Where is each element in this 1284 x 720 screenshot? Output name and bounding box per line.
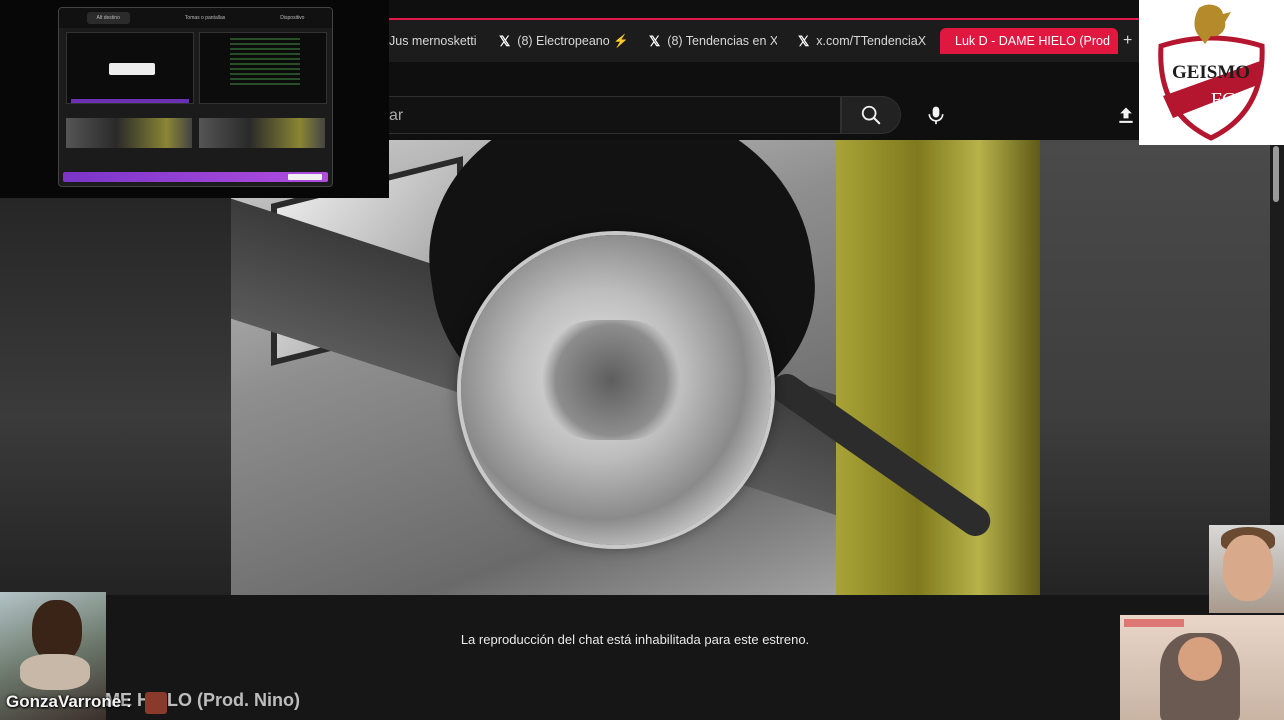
- tab-label: x.com/TTendenciaX: [816, 34, 926, 48]
- upload-button[interactable]: [1111, 96, 1141, 134]
- obs-tabs: Alt destino Tomas o pantallas Dispositiv…: [59, 8, 332, 28]
- video-scene-ice: [541, 320, 681, 440]
- browser-tab-2[interactable]: 𝕏 (8) Electropeano ⚡·: [499, 28, 627, 54]
- mic-icon: [928, 106, 944, 125]
- new-tab-button[interactable]: +: [1123, 32, 1132, 50]
- tab-label: (8) Electropeano ⚡·: [517, 33, 627, 48]
- obs-popup: [109, 63, 155, 75]
- webcam-background: [1124, 619, 1184, 627]
- search-button[interactable]: [841, 96, 901, 134]
- browser-tab-4[interactable]: 𝕏 x.com/TTendenciaX: [798, 28, 926, 54]
- webcam-person-head: [1178, 637, 1222, 681]
- video-player[interactable]: [231, 140, 1040, 595]
- logo-sub: FC: [1211, 89, 1235, 111]
- obs-window: Alt destino Tomas o pantallas Dispositiv…: [58, 7, 333, 187]
- left-background: [0, 198, 231, 595]
- team-logo: GEISMO FC: [1139, 0, 1284, 145]
- x-logo-icon: 𝕏: [798, 32, 810, 49]
- search-icon: [861, 105, 881, 125]
- obs-tab-3[interactable]: Dispositivo: [280, 15, 304, 21]
- x-logo-icon: 𝕏: [499, 32, 511, 49]
- obs-source-thumb-3[interactable]: [66, 118, 192, 148]
- obs-overlay: Alt destino Tomas o pantallas Dispositiv…: [0, 0, 389, 198]
- obs-code-preview: [230, 38, 300, 88]
- browser-tab-1[interactable]: Jus mernosketti: [389, 28, 481, 54]
- voice-search-button[interactable]: [917, 96, 955, 134]
- search-box: [389, 96, 841, 135]
- webcam-object: [20, 654, 90, 690]
- tab-label: Jus mernosketti: [389, 34, 477, 48]
- obs-action-bar[interactable]: [63, 172, 328, 182]
- search-input[interactable]: [389, 97, 831, 135]
- webcam-right-bottom: [1120, 615, 1284, 720]
- upload-icon: [1119, 107, 1133, 123]
- obs-source-thumb-2[interactable]: [199, 32, 327, 104]
- tab-label: (8) Tendencias en X: [667, 34, 777, 48]
- x-logo-icon: 𝕏: [649, 32, 661, 49]
- obs-tab-2[interactable]: Tomas o pantallas: [185, 15, 225, 21]
- chat-emote: [145, 692, 167, 714]
- chat-username: GonzaVarrone :: [6, 692, 132, 711]
- obs-action-button[interactable]: [288, 174, 322, 180]
- obs-source-thumb-1[interactable]: [66, 32, 194, 104]
- crest-icon: GEISMO FC: [1158, 4, 1265, 141]
- tab-label: Luk D - DAME HIELO (Prod: [955, 34, 1110, 48]
- obs-progress: [71, 99, 189, 103]
- obs-tab-1[interactable]: Alt destino: [86, 12, 130, 24]
- page-scrollbar-thumb[interactable]: [1273, 146, 1279, 202]
- browser-tab-strip: Jus mernosketti 𝕏 (8) Electropeano ⚡· 𝕏 …: [389, 18, 1139, 80]
- webcam-person: [1223, 535, 1273, 601]
- browser-tab-3[interactable]: 𝕏 (8) Tendencias en X: [649, 28, 777, 54]
- obs-source-thumb-4[interactable]: [199, 118, 325, 148]
- webcam-person: [32, 600, 82, 662]
- video-scene-curtain: [836, 140, 1040, 595]
- logo-text: GEISMO: [1172, 62, 1250, 83]
- youtube-header: [389, 62, 1139, 140]
- webcam-right-top: [1209, 525, 1284, 613]
- video-title-scroll: ME HIELO (Prod. Nino): [105, 690, 300, 710]
- chat-disabled-notice: La reproducción del chat está inhabilita…: [460, 632, 810, 647]
- browser-tab-active[interactable]: Luk D - DAME HIELO (Prod: [940, 28, 1118, 54]
